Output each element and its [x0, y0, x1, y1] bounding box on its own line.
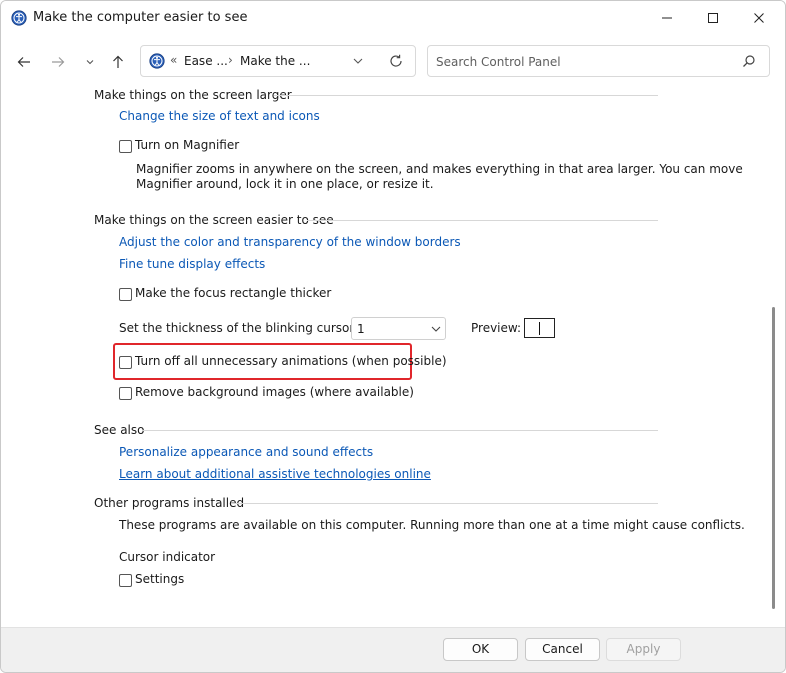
other-programs-description: These programs are available on this com… — [119, 518, 745, 532]
minimize-icon — [662, 17, 672, 19]
cursor-indicator-title: Cursor indicator — [119, 550, 216, 564]
search-icon[interactable] — [742, 54, 756, 68]
arrow-left-icon — [17, 57, 30, 67]
focus-rectangle-label[interactable]: Make the focus rectangle thicker — [135, 286, 331, 300]
section-heading-easier: Make things on the screen easier to see — [94, 213, 334, 227]
magnifier-checkbox[interactable] — [119, 140, 132, 153]
background-images-label[interactable]: Remove background images (where availabl… — [135, 385, 414, 399]
window-title: Make the computer easier to see — [33, 10, 248, 25]
refresh-icon[interactable] — [388, 53, 404, 69]
title-bar: Make the computer easier to see — [1, 1, 785, 37]
forward-button[interactable] — [48, 52, 68, 72]
section-heading-see-also: See also — [94, 423, 145, 437]
animations-label[interactable]: Turn off all unnecessary animations (whe… — [135, 354, 447, 368]
chevron-down-icon[interactable] — [351, 54, 365, 68]
cursor-thickness-value: 1 — [357, 322, 365, 336]
magnifier-label[interactable]: Turn on Magnifier — [135, 138, 239, 152]
magnifier-description-line-1: Magnifier zooms in anywhere on the scree… — [136, 162, 743, 176]
ok-button[interactable]: OK — [443, 638, 518, 661]
adjust-color-link[interactable]: Adjust the color and transparency of the… — [119, 235, 461, 249]
change-text-size-link[interactable]: Change the size of text and icons — [119, 109, 320, 123]
address-bar[interactable]: « Ease ... › Make the ... — [140, 45, 416, 77]
up-button[interactable] — [108, 52, 128, 72]
breadcrumb-separator[interactable]: › — [228, 53, 233, 67]
personalize-link[interactable]: Personalize appearance and sound effects — [119, 445, 373, 459]
scrollbar-thumb[interactable] — [772, 307, 775, 609]
arrow-up-icon — [113, 55, 123, 68]
section-divider — [231, 503, 658, 504]
recent-locations-button[interactable] — [80, 52, 100, 72]
animations-checkbox[interactable] — [119, 356, 132, 369]
back-button[interactable] — [14, 52, 34, 72]
cursor-preview-box — [524, 318, 555, 338]
control-panel-window: Make the computer easier to see « Ease .… — [0, 0, 786, 673]
apply-button[interactable]: Apply — [606, 638, 681, 661]
section-heading-other-programs: Other programs installed — [94, 496, 245, 510]
main-content: Make things on the screen larger Change … — [1, 87, 785, 627]
section-divider — [307, 220, 658, 221]
vertical-scrollbar[interactable] — [767, 87, 781, 627]
breadcrumb-overflow[interactable]: « — [170, 53, 177, 67]
minimize-button[interactable] — [644, 1, 690, 35]
search-box[interactable] — [427, 45, 770, 77]
cursor-indicator-settings-label[interactable]: Settings — [135, 572, 184, 586]
background-images-checkbox[interactable] — [119, 387, 132, 400]
chevron-down-icon — [431, 326, 441, 332]
section-divider — [274, 95, 658, 96]
cursor-thickness-label: Set the thickness of the blinking cursor… — [119, 321, 359, 335]
breadcrumb-make-computer-easier[interactable]: Make the ... — [240, 54, 310, 68]
search-input[interactable] — [436, 52, 736, 72]
cursor-thickness-select[interactable]: 1 — [351, 317, 446, 340]
breadcrumb-ease-of-access[interactable]: Ease ... — [184, 54, 228, 68]
dialog-footer: OK Cancel Apply — [1, 627, 785, 672]
ease-of-access-icon — [149, 53, 165, 69]
magnifier-description-line-2: Magnifier around, lock it in one place, … — [136, 177, 434, 191]
cancel-button[interactable]: Cancel — [525, 638, 600, 661]
ease-of-access-icon — [11, 10, 27, 26]
maximize-icon — [708, 13, 718, 23]
fine-tune-display-link[interactable]: Fine tune display effects — [119, 257, 265, 271]
cursor-indicator-settings-checkbox[interactable] — [119, 574, 132, 587]
chevron-down-icon — [86, 60, 94, 65]
arrow-right-icon — [52, 57, 65, 67]
maximize-button[interactable] — [690, 1, 736, 35]
cursor-preview-caret — [539, 322, 540, 335]
preview-label: Preview: — [471, 321, 522, 335]
close-button[interactable] — [736, 1, 782, 35]
section-heading-larger: Make things on the screen larger — [94, 88, 292, 102]
close-icon — [754, 13, 764, 23]
learn-assistive-tech-link[interactable]: Learn about additional assistive technol… — [119, 467, 431, 481]
focus-rectangle-checkbox[interactable] — [119, 288, 132, 301]
navigation-bar: « Ease ... › Make the ... — [1, 37, 785, 87]
section-divider — [142, 430, 658, 431]
